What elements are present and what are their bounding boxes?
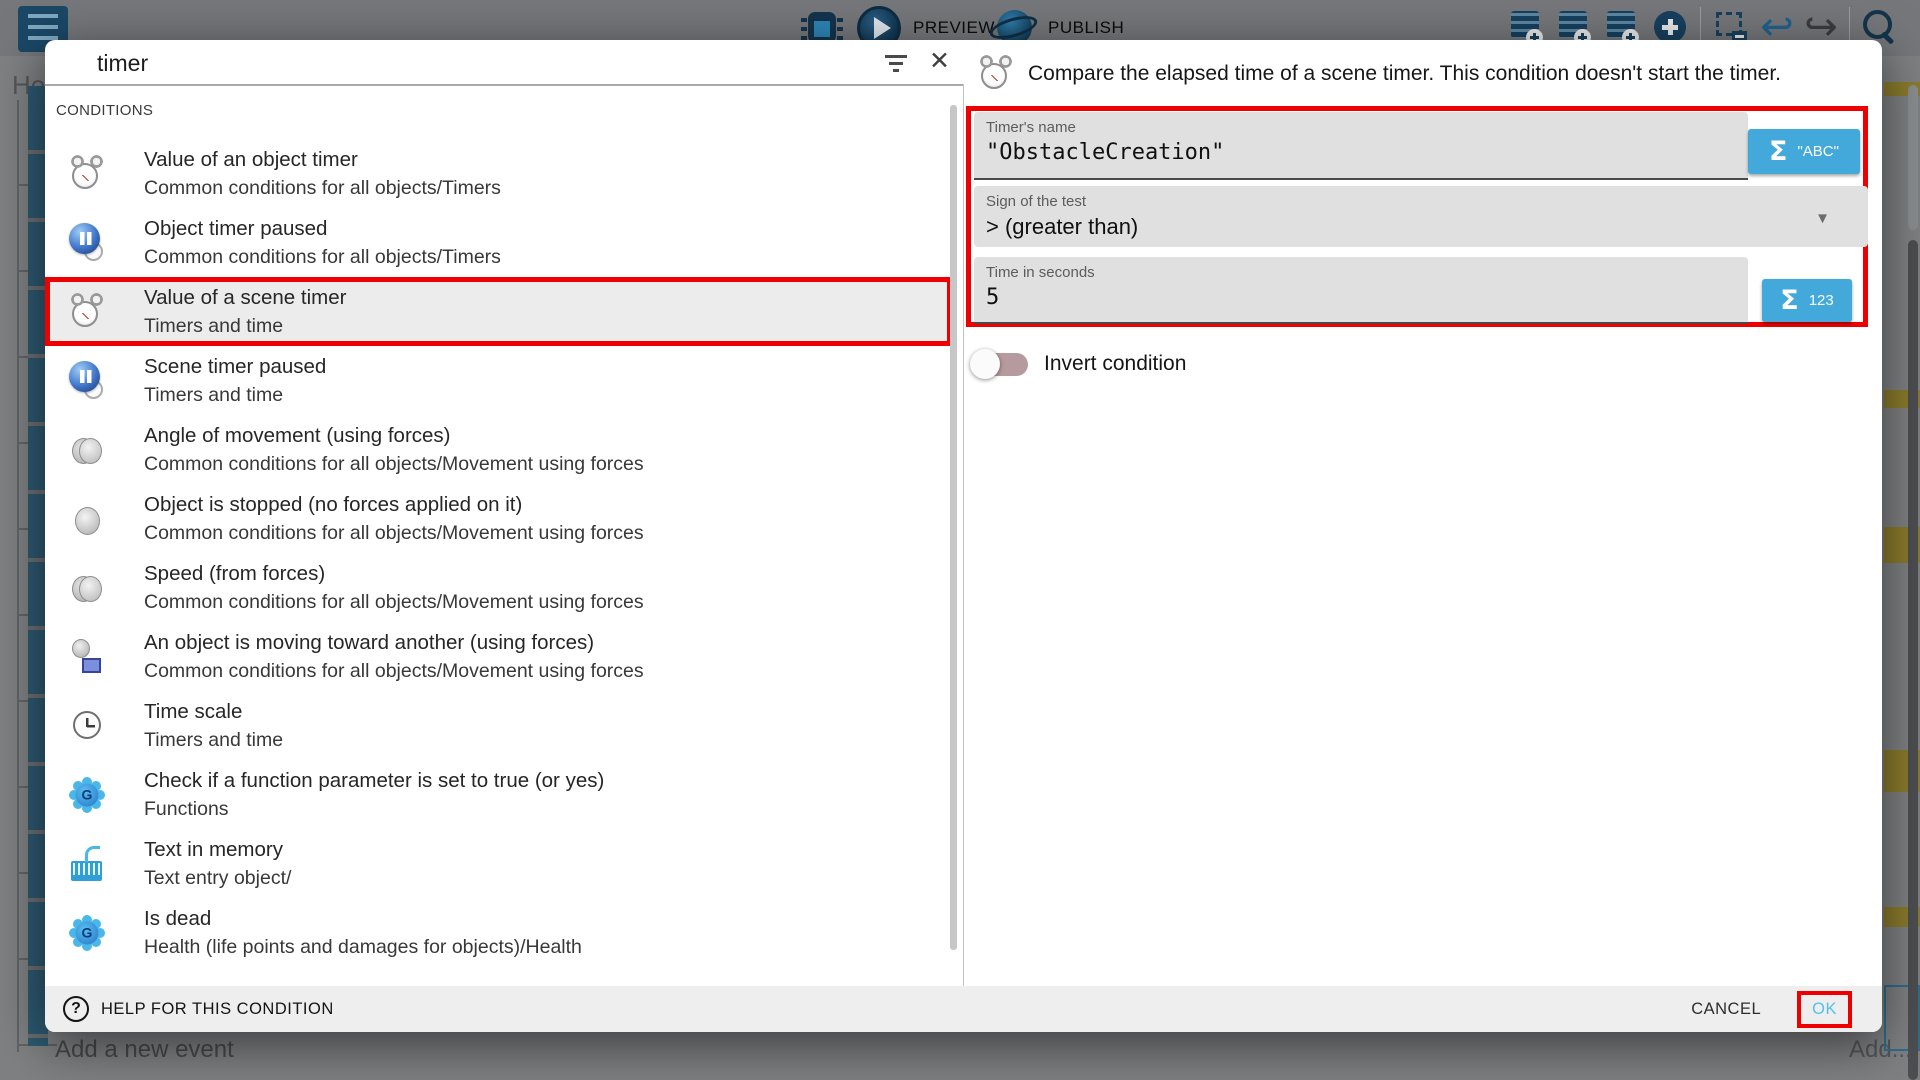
coins-icon	[67, 430, 107, 470]
toward-icon	[67, 637, 107, 677]
pause-icon	[67, 223, 107, 263]
condition-description: Compare the elapsed time of a scene time…	[1028, 62, 1781, 86]
toggle-knob	[970, 349, 1000, 379]
background-scrollbar-track	[1908, 85, 1918, 230]
keyboard-icon	[67, 844, 107, 884]
ball-icon	[67, 499, 107, 539]
condition-item[interactable]: Speed (from forces) Common conditions fo…	[45, 553, 952, 622]
coins-icon	[67, 568, 107, 608]
condition-title: An object is moving toward another (usin…	[144, 631, 644, 655]
sigma-icon: Σ	[1780, 285, 1798, 316]
condition-title: Object is stopped (no forces applied on …	[144, 493, 644, 517]
condition-title: Speed (from forces)	[144, 562, 644, 586]
ok-button[interactable]: OK	[1812, 1000, 1837, 1018]
field-label: Sign of the test	[986, 193, 1086, 210]
sign-value: > (greater than)	[986, 214, 1138, 240]
condition-path: Timers and time	[144, 383, 326, 407]
search-input[interactable]: timer	[97, 40, 148, 84]
condition-item[interactable]: Text in memory Text entry object/	[45, 829, 952, 898]
close-icon[interactable]: ✕	[929, 46, 950, 76]
condition-title: Angle of movement (using forces)	[144, 424, 644, 448]
condition-path: Common conditions for all objects/Timers	[144, 245, 501, 269]
condition-item[interactable]: Value of a scene timer Timers and time	[45, 277, 952, 346]
time-value[interactable]: 5	[986, 285, 999, 310]
sigma-icon: Σ	[1769, 136, 1787, 167]
field-label: Time in seconds	[986, 264, 1095, 281]
gear-icon	[67, 913, 107, 953]
help-button[interactable]: HELP FOR THIS CONDITION	[101, 1000, 334, 1019]
alarm-clock-icon	[976, 54, 1016, 94]
condition-item[interactable]: Time scale Timers and time	[45, 691, 952, 760]
alarm-icon	[67, 292, 107, 332]
condition-item[interactable]: Object timer paused Common conditions fo…	[45, 208, 952, 277]
pause-icon	[67, 361, 107, 401]
number-expression-button[interactable]: Σ 123	[1762, 279, 1852, 322]
add-new-event-link: Add a new event	[55, 1036, 234, 1064]
chevron-down-icon[interactable]: ▼	[1815, 210, 1830, 227]
condition-path: Timers and time	[144, 728, 283, 752]
dialog-footer: ? HELP FOR THIS CONDITION CANCEL OK	[45, 986, 1882, 1032]
gear-icon	[67, 775, 107, 815]
condition-title: Text in memory	[144, 838, 291, 862]
condition-path: Common conditions for all objects/Timers	[144, 176, 501, 200]
condition-title: Is dead	[144, 907, 582, 931]
condition-item[interactable]: Value of an object timer Common conditio…	[45, 139, 952, 208]
condition-title: Object timer paused	[144, 217, 501, 241]
condition-path: Common conditions for all objects/Moveme…	[144, 590, 644, 614]
filter-icon[interactable]	[885, 53, 911, 73]
condition-item[interactable]: Is dead Health (life points and damages …	[45, 898, 952, 967]
clock-icon	[67, 706, 107, 746]
condition-path: Health (life points and damages for obje…	[144, 935, 582, 959]
condition-item[interactable]: An object is moving toward another (usin…	[45, 622, 952, 691]
invert-condition-toggle[interactable]	[970, 346, 1030, 382]
condition-path: Text entry object/	[144, 866, 291, 890]
string-expression-button[interactable]: Σ "ABC"	[1748, 129, 1860, 174]
condition-path: Common conditions for all objects/Moveme…	[144, 452, 644, 476]
timer-name-field[interactable]: Timer's name "ObstacleCreation"	[974, 112, 1748, 180]
divider	[45, 84, 964, 86]
help-icon[interactable]: ?	[63, 996, 89, 1022]
condition-title: Value of a scene timer	[144, 286, 346, 310]
time-in-seconds-field[interactable]: Time in seconds 5	[974, 257, 1748, 324]
list-scrollbar[interactable]	[950, 105, 957, 950]
ok-highlight-box: OK	[1797, 991, 1852, 1028]
condition-item[interactable]: Scene timer paused Timers and time	[45, 346, 952, 415]
cancel-button[interactable]: CANCEL	[1691, 1000, 1761, 1019]
condition-detail-panel: Compare the elapsed time of a scene time…	[964, 40, 1882, 986]
condition-item[interactable]: Object is stopped (no forces applied on …	[45, 484, 952, 553]
invert-condition-label: Invert condition	[1044, 352, 1186, 376]
condition-item[interactable]: Angle of movement (using forces) Common …	[45, 415, 952, 484]
condition-title: Check if a function parameter is set to …	[144, 769, 604, 793]
field-label: Timer's name	[986, 119, 1076, 136]
timer-name-value[interactable]: "ObstacleCreation"	[986, 140, 1224, 165]
conditions-group-header: CONDITIONS	[56, 102, 153, 119]
sign-of-test-dropdown[interactable]: Sign of the test > (greater than) ▼	[974, 186, 1868, 247]
condition-path: Timers and time	[144, 314, 346, 338]
condition-path: Common conditions for all objects/Moveme…	[144, 659, 644, 683]
search-bar: timer ✕	[45, 40, 964, 84]
condition-path: Common conditions for all objects/Moveme…	[144, 521, 644, 545]
background-scrollbar[interactable]	[1908, 240, 1918, 1080]
alarm-icon	[67, 154, 107, 194]
conditions-list: Value of an object timer Common conditio…	[45, 139, 952, 967]
condition-title: Time scale	[144, 700, 283, 724]
condition-item[interactable]: Check if a function parameter is set to …	[45, 760, 952, 829]
condition-title: Scene timer paused	[144, 355, 326, 379]
condition-path: Functions	[144, 797, 604, 821]
condition-title: Value of an object timer	[144, 148, 501, 172]
condition-editor-dialog: timer ✕ CONDITIONS Value of an object ti…	[45, 40, 1882, 1032]
